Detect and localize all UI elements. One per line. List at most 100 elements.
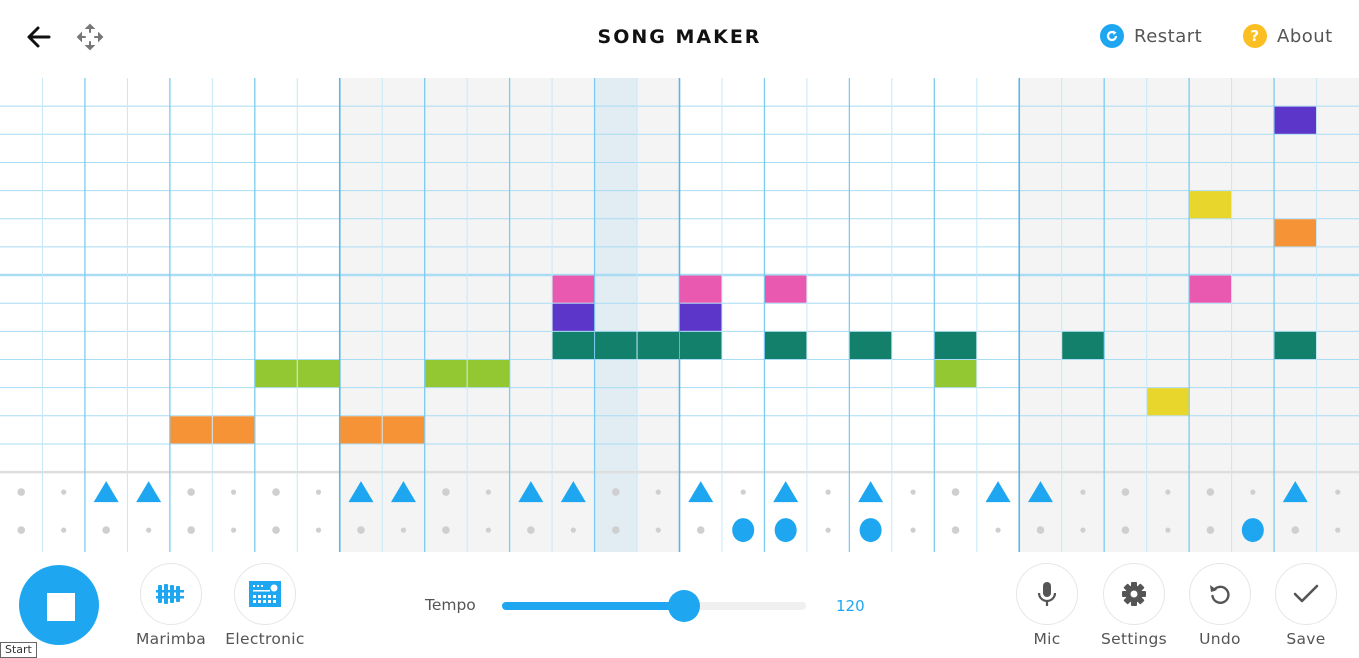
gear-icon (1122, 582, 1146, 606)
settings-button[interactable]: Settings (1101, 563, 1167, 648)
percussion-empty-dot[interactable] (485, 527, 491, 533)
percussion-empty-dot[interactable] (102, 526, 110, 534)
percussion-circle[interactable] (774, 518, 797, 543)
percussion-empty-dot[interactable] (1335, 527, 1341, 533)
percussion-empty-dot[interactable] (1250, 489, 1256, 495)
percussion-empty-dot[interactable] (485, 489, 491, 495)
undo-button[interactable]: Undo (1189, 563, 1251, 648)
note-grid[interactable] (0, 78, 1359, 552)
undo-icon (1210, 585, 1230, 604)
percussion-empty-dot[interactable] (740, 489, 746, 495)
percussion-empty-dot[interactable] (570, 527, 576, 533)
percussion-circle[interactable] (732, 518, 755, 543)
about-button[interactable]: ? About (1243, 24, 1333, 48)
note-purple[interactable] (1274, 106, 1317, 134)
tempo-slider[interactable] (502, 590, 806, 622)
percussion-empty-dot[interactable] (272, 526, 280, 534)
note-orange[interactable] (382, 416, 425, 444)
note-orange[interactable] (340, 416, 382, 444)
percussion-empty-dot[interactable] (315, 489, 322, 495)
percussion-empty-dot[interactable] (1080, 489, 1086, 495)
percussion-empty-dot[interactable] (187, 526, 195, 534)
percussion-empty-dot[interactable] (1206, 526, 1215, 534)
percussion-empty-dot[interactable] (696, 526, 705, 534)
note-teal[interactable] (764, 331, 807, 359)
percussion-empty-dot[interactable] (17, 526, 26, 534)
restart-label: Restart (1134, 25, 1203, 47)
note-orange[interactable] (212, 416, 255, 444)
percussion-empty-dot[interactable] (1121, 488, 1130, 496)
note-yellow[interactable] (1147, 388, 1189, 416)
percussion-empty-dot[interactable] (1291, 526, 1300, 534)
instrument-marimba-button[interactable]: Marimba (136, 563, 206, 648)
percussion-empty-dot[interactable] (230, 527, 237, 533)
percussion-empty-dot[interactable] (910, 527, 916, 533)
note-orange[interactable] (1274, 219, 1317, 247)
note-teal[interactable] (849, 331, 892, 359)
percussion-empty-dot[interactable] (230, 489, 237, 495)
note-teal[interactable] (1062, 331, 1104, 359)
note-orange[interactable] (170, 416, 212, 444)
note-green[interactable] (934, 360, 977, 388)
percussion-empty-dot[interactable] (357, 526, 365, 534)
play-stop-button[interactable] (19, 565, 99, 645)
percussion-empty-dot[interactable] (17, 488, 26, 496)
percussion-empty-dot[interactable] (655, 527, 661, 533)
restart-button[interactable]: Restart (1100, 24, 1202, 48)
move-button[interactable] (76, 23, 104, 51)
instrument-label: Marimba (135, 630, 207, 648)
note-pink[interactable] (552, 275, 595, 303)
percussion-empty-dot[interactable] (825, 527, 831, 533)
note-pink[interactable] (764, 275, 807, 303)
percussion-circle[interactable] (1241, 518, 1264, 543)
note-teal[interactable] (637, 331, 679, 359)
note-grid-canvas[interactable] (0, 78, 1359, 552)
percussion-empty-dot[interactable] (655, 489, 661, 495)
percussion-empty-dot[interactable] (910, 489, 916, 495)
percussion-empty-dot[interactable] (1165, 489, 1171, 495)
percussion-empty-dot[interactable] (1165, 527, 1171, 533)
note-pink[interactable] (1189, 275, 1232, 303)
percussion-empty-dot[interactable] (951, 526, 960, 534)
percussion-empty-dot[interactable] (1335, 489, 1341, 495)
percussion-empty-dot[interactable] (400, 527, 407, 533)
percussion-empty-dot[interactable] (995, 527, 1001, 533)
percussion-circle[interactable] (859, 518, 882, 543)
percussion-empty-dot[interactable] (611, 488, 620, 496)
percussion-empty-dot[interactable] (442, 526, 450, 534)
percussion-empty-dot[interactable] (146, 527, 152, 533)
percussion-empty-dot[interactable] (1036, 526, 1045, 534)
percussion-empty-dot[interactable] (1080, 527, 1086, 533)
percussion-empty-dot[interactable] (61, 489, 67, 495)
note-green[interactable] (467, 360, 510, 388)
note-teal[interactable] (552, 331, 595, 359)
note-purple[interactable] (552, 303, 595, 331)
save-button[interactable]: Save (1275, 563, 1337, 648)
note-teal[interactable] (680, 331, 722, 359)
bottom-toolbar: Marimba Electronic Tempo 120 Mic Setting… (0, 552, 1359, 654)
percussion-empty-dot[interactable] (951, 488, 960, 496)
percussion-empty-dot[interactable] (272, 488, 280, 496)
note-teal[interactable] (1274, 331, 1317, 359)
percussion-empty-dot[interactable] (527, 526, 535, 534)
back-button[interactable] (24, 22, 54, 52)
note-green[interactable] (297, 360, 340, 388)
percussion-empty-dot[interactable] (825, 489, 831, 495)
percussion-empty-dot[interactable] (61, 527, 67, 533)
note-purple[interactable] (680, 303, 722, 331)
instrument-electronic-button[interactable]: Electronic (225, 563, 304, 648)
percussion-empty-dot[interactable] (442, 488, 450, 496)
percussion-empty-dot[interactable] (187, 488, 195, 496)
tempo-slider-thumb[interactable] (668, 590, 701, 622)
note-green[interactable] (425, 360, 467, 388)
note-green[interactable] (255, 360, 297, 388)
note-teal[interactable] (595, 331, 637, 359)
percussion-empty-dot[interactable] (1206, 488, 1215, 496)
note-pink[interactable] (680, 275, 722, 303)
percussion-empty-dot[interactable] (1121, 526, 1130, 534)
mic-button[interactable]: Mic (1016, 563, 1078, 648)
note-teal[interactable] (934, 331, 977, 359)
note-yellow[interactable] (1189, 191, 1232, 219)
percussion-empty-dot[interactable] (315, 527, 322, 533)
percussion-empty-dot[interactable] (611, 526, 620, 534)
